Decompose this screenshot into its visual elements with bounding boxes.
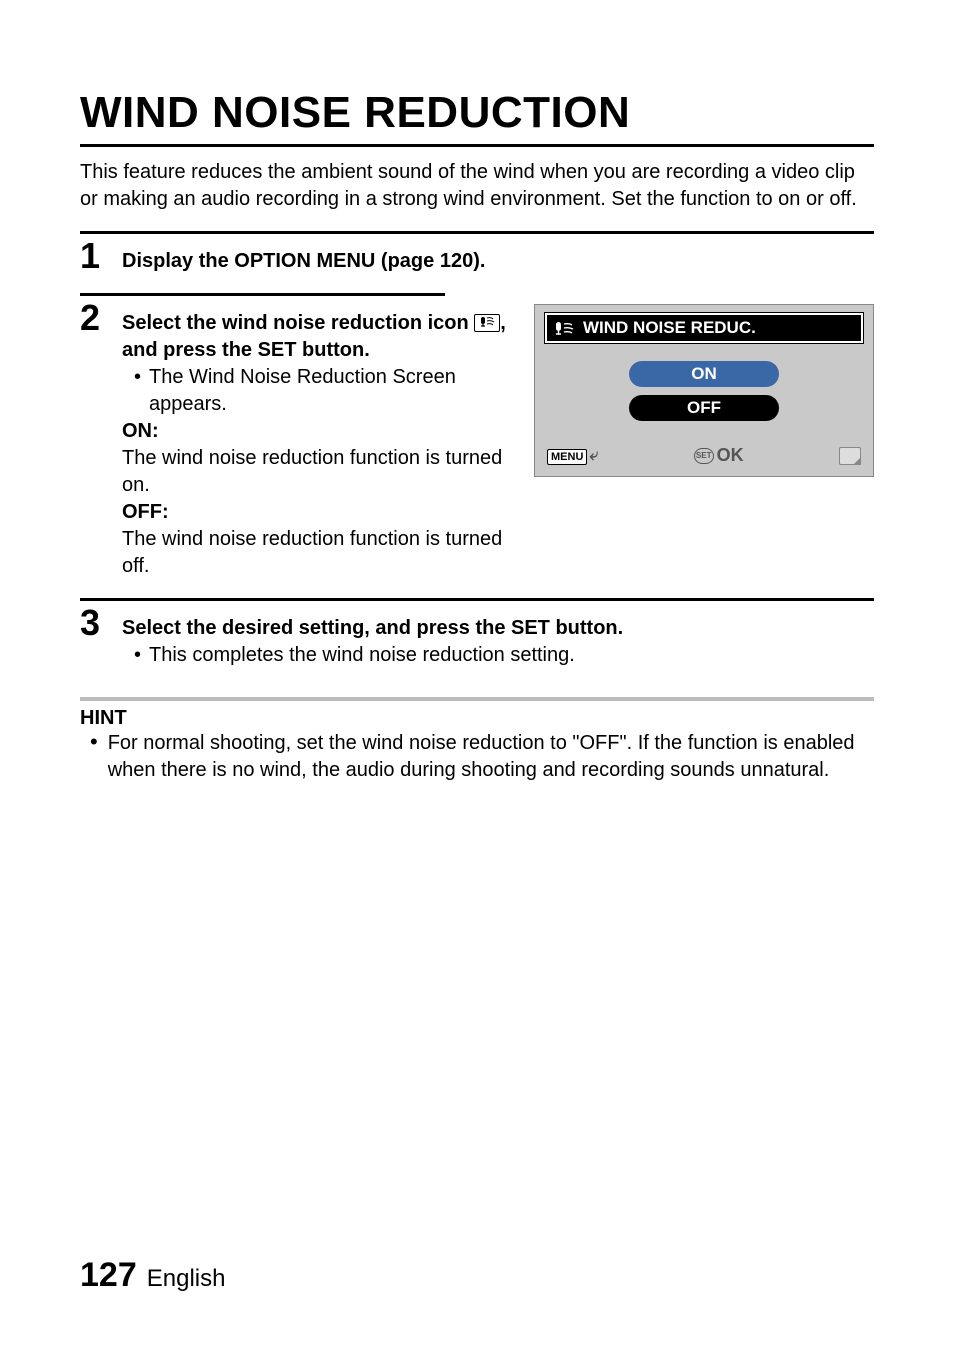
set-badge-icon: SET — [694, 448, 714, 464]
step-2-heading-a: Select the wind noise reduction icon — [122, 312, 474, 334]
step-1: 1 Display the OPTION MENU (page 120). — [80, 238, 874, 275]
step-rule — [80, 231, 874, 234]
on-description: The wind noise reduction function is tur… — [122, 445, 516, 499]
bullet-icon: • — [134, 364, 141, 418]
page-language: English — [147, 1265, 226, 1293]
intro-paragraph: This feature reduces the ambient sound o… — [80, 159, 874, 213]
step-number: 2 — [80, 300, 108, 336]
title-rule — [80, 144, 874, 147]
option-off: OFF — [629, 395, 779, 421]
page-number: 127 — [80, 1256, 137, 1295]
hint-title: HINT — [80, 707, 874, 730]
return-arrow-icon: ⤶ — [589, 447, 598, 464]
step-rule — [80, 598, 874, 601]
on-label: ON: — [122, 418, 516, 445]
set-ok-group: SET OK — [694, 445, 744, 466]
menu-return-icon: MENU⤶ — [547, 447, 598, 465]
step-number: 3 — [80, 605, 108, 641]
step-number: 1 — [80, 238, 108, 274]
step-rule — [80, 293, 445, 296]
microphone-wind-icon — [553, 321, 577, 336]
bullet-icon: • — [90, 730, 98, 784]
hint-bullet: • For normal shooting, set the wind nois… — [80, 730, 874, 784]
step-2: 2 Select the wind noise reduction icon ,… — [80, 300, 516, 580]
page-title: WIND NOISE REDUCTION — [80, 88, 874, 138]
bullet-icon: • — [134, 642, 141, 669]
ok-label: OK — [717, 445, 744, 466]
lcd-screen-mock: WIND NOISE REDUC. ON OFF MENU⤶ SET OK — [534, 304, 874, 477]
menu-badge: MENU — [547, 449, 587, 465]
screen-titlebar: WIND NOISE REDUC. — [545, 313, 863, 343]
step-2-heading: Select the wind noise reduction icon , a… — [122, 310, 516, 364]
step-2-bullet: The Wind Noise Reduction Screen appears. — [149, 364, 516, 418]
wind-noise-icon — [474, 314, 500, 332]
card-icon — [839, 447, 861, 465]
off-label: OFF: — [122, 499, 516, 526]
step-1-heading: Display the OPTION MENU (page 120). — [122, 250, 485, 272]
step-3-bullet: This completes the wind noise reduction … — [149, 642, 575, 669]
page-footer: 127 English — [80, 1256, 225, 1295]
step-3-heading: Select the desired setting, and press th… — [122, 615, 874, 642]
off-description: The wind noise reduction function is tur… — [122, 526, 516, 580]
hint-rule — [80, 697, 874, 701]
screen-title: WIND NOISE REDUC. — [583, 318, 756, 338]
step-3: 3 Select the desired setting, and press … — [80, 605, 874, 669]
hint-text: For normal shooting, set the wind noise … — [108, 730, 874, 784]
screen-footer: MENU⤶ SET OK — [545, 445, 863, 466]
option-on: ON — [629, 361, 779, 387]
